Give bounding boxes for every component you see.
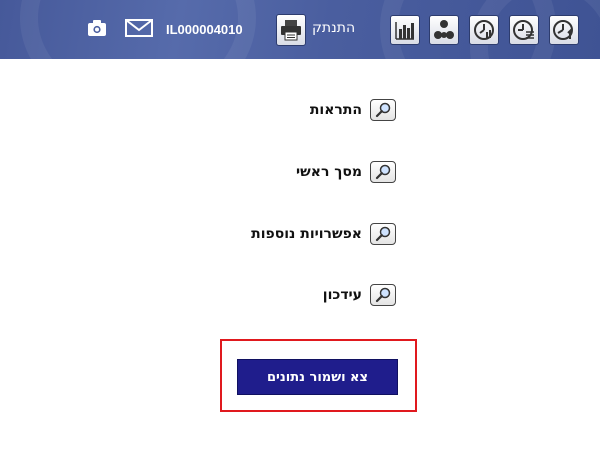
magnifier-button[interactable]: [370, 161, 396, 183]
hierarchy-button[interactable]: [429, 15, 459, 45]
save-and-exit-button[interactable]: צא ושמור נתונים: [237, 359, 398, 395]
menu-item-label: התראות: [309, 102, 362, 118]
clock-chart-button[interactable]: [469, 15, 499, 45]
menu-item-label: מסך ראשי: [296, 164, 362, 180]
magnifier-icon: [375, 287, 391, 303]
clock-one-icon: [553, 20, 573, 40]
bar-chart-icon: [395, 22, 414, 40]
clock-chart-icon: [474, 20, 494, 40]
menu-item-main-screen[interactable]: מסך ראשי: [296, 161, 396, 183]
magnifier-icon: [375, 164, 391, 180]
print-button[interactable]: [276, 14, 306, 46]
magnifier-button[interactable]: [370, 284, 396, 306]
menu-item-alerts[interactable]: התראות: [310, 99, 396, 121]
mail-icon[interactable]: [125, 19, 153, 41]
printer-icon: [281, 20, 301, 41]
menu-item-label: עידכון: [322, 287, 362, 303]
hierarchy-icon: [434, 20, 454, 39]
bar-chart-button[interactable]: [390, 15, 420, 45]
magnifier-button[interactable]: [370, 223, 396, 245]
logout-link[interactable]: התנתק: [312, 20, 355, 36]
camera-icon[interactable]: [87, 18, 107, 42]
clock-list-button[interactable]: [509, 15, 539, 45]
menu-item-label: אפשרויות נוספות: [251, 226, 362, 242]
top-toolbar: IL000004010 התנתק: [0, 0, 600, 59]
magnifier-icon: [375, 226, 391, 242]
magnifier-button[interactable]: [370, 99, 396, 121]
menu-item-more-options[interactable]: אפשרויות נוספות: [251, 223, 396, 245]
magnifier-icon: [375, 102, 391, 118]
clock-one-button[interactable]: [549, 15, 579, 45]
menu-item-update[interactable]: עידכון: [323, 284, 396, 306]
user-id-label: IL000004010: [166, 22, 243, 37]
clock-list-icon: [513, 20, 534, 40]
